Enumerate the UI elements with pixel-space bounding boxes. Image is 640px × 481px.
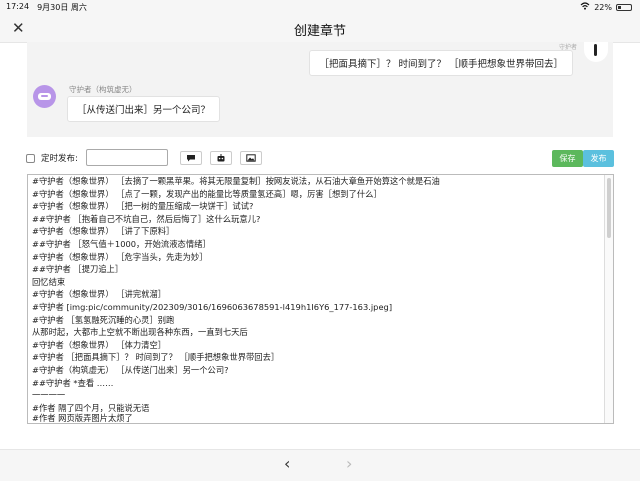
editor-line: #守护者（想象世界） ［危字当头，先走为妙］	[32, 251, 208, 262]
editor-line: #守护者 ［把面具摘下］？ 时间到了？ ［顺手把想象世界带回去］	[32, 352, 280, 363]
editor-scrollbar[interactable]	[604, 175, 613, 423]
status-bar: 17:24 9月30日 周六 22%	[0, 0, 640, 14]
wifi-icon	[580, 2, 590, 12]
battery-percent: 22%	[594, 2, 612, 12]
left-message-bubble: ［从传送门出来］另一个公司？	[67, 96, 221, 122]
editor-line: 一一一一	[32, 390, 66, 401]
editor-line: #守护者（想象世界） ［体力清空］	[32, 339, 167, 350]
publish-time-input[interactable]	[86, 149, 168, 166]
editor-line: #守护者（构筑虚无） ［从传送门出来］另一个公司?	[32, 365, 229, 375]
content-editor[interactable]: #守护者（想象世界） ［去摘了一颗黑苹果。将其无限量复制］按网友说法，从石油大章…	[27, 174, 614, 424]
chat-preview: 守护者 ［把面具摘下］？ 时间到了？ ［顺手把想象世界带回去］ 守护者（构筑虚无…	[27, 42, 613, 137]
editor-line: 从那时起，大都市上空就不断出现各种东西，一直到七天后	[32, 327, 248, 338]
bottom-bar: ‹ ›	[0, 449, 640, 481]
insert-role-button[interactable]	[210, 151, 232, 165]
robot-icon	[216, 154, 226, 162]
save-button[interactable]: 保存	[552, 150, 583, 167]
editor-line: 回忆结束	[32, 276, 66, 287]
insert-image-button[interactable]	[240, 151, 262, 165]
editor-line: #守护者（想象世界） ［去摘了一颗黑苹果。将其无限量复制］按网友说法，从石油大章…	[32, 176, 440, 186]
image-icon	[246, 154, 256, 162]
editor-line: #守护者（想象世界） ［讲完就溜］	[32, 289, 167, 300]
editor-line: ##守护者 ［提刀追上］	[32, 264, 124, 275]
status-time: 17:24	[6, 2, 30, 11]
editor-line: #守护者 [img:pic/community/202309/3016/1696…	[32, 302, 393, 312]
editor-line: ##守护者 *查看 ……	[32, 377, 114, 388]
timed-publish-checkbox[interactable]	[26, 154, 35, 163]
editor-line: ##守护者 ［抱着自己不坑自己，然后后悔了］这什么玩意儿?	[32, 213, 261, 224]
left-sender-name: 守护者（构筑虚无）	[69, 85, 137, 94]
timed-publish-label: 定时发布:	[41, 154, 78, 164]
right-message-bubble: ［把面具摘下］？ 时间到了？ ［顺手把想象世界带回去］	[309, 50, 573, 76]
editor-line: ##守护者 ［怒气值＋1000，开始流液态情绪］	[32, 239, 211, 249]
editor-line: #作者 网页版弄图片太烦了	[32, 413, 133, 424]
status-date: 9月30日 周六	[37, 3, 87, 12]
chat-bubble-icon	[186, 154, 196, 162]
editor-line: #守护者 ［氢氢融死沉睡的心灵］别跑	[32, 314, 175, 325]
battery-icon	[616, 3, 632, 11]
editor-line: #守护者（想象世界） ［讲了下原料］	[32, 226, 175, 237]
page-title: 创建章节	[293, 24, 346, 39]
nav-bar: ✕ 创建章节	[0, 14, 640, 43]
chevron-left-icon[interactable]: ‹	[284, 456, 290, 472]
chevron-right-icon[interactable]: ›	[346, 456, 352, 472]
publish-button[interactable]: 发布	[583, 150, 614, 167]
avatar-right	[584, 42, 608, 62]
insert-chat-button[interactable]	[180, 151, 202, 165]
editor-line: #守护者（想象世界） ［点了一颗，发现产出的能量比等质量氢还高］嗯，厉害［想到了…	[32, 188, 382, 199]
avatar-left	[33, 85, 56, 108]
editor-line: #守护者（想象世界） ［把一树的量压缩成一块饼干］试试?	[32, 201, 254, 212]
